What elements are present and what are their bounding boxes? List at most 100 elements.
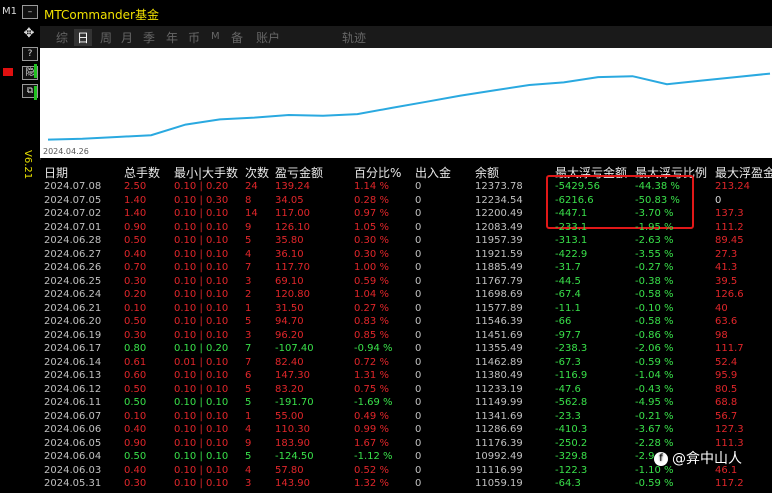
cell-total-lots: 0.40 (124, 464, 147, 476)
cell-total-lots: 0.90 (124, 437, 147, 449)
tab-backup[interactable]: 备 (231, 29, 243, 46)
table-body: 2024.07.08 2.50 0.10 | 0.20 24 139.24 1.14 % 0… (40, 175, 772, 493)
cell-max-floating-loss-pct: -4.95 % (635, 397, 674, 408)
table-row[interactable]: 2024.07.08 2.50 0.10 | 0.20 24 139.24 1.14 % 0… (40, 180, 772, 194)
table-row[interactable]: 2024.06.27 0.40 0.10 | 0.10 4 36.10 0.30 % 0 11… (40, 248, 772, 262)
table-row[interactable]: 2024.07.02 1.40 0.10 | 0.10 14 117.00 0.97 % 0… (40, 207, 772, 221)
table-row[interactable]: 2024.06.20 0.50 0.10 | 0.10 5 94.70 0.83 % 0 11… (40, 315, 772, 329)
cell-max-floating-profit: 98 (715, 329, 728, 341)
cell-profit-loss: 69.10 (275, 275, 304, 287)
stop-icon[interactable] (3, 68, 13, 76)
cell-max-floating-loss-pct: -50.83 % (635, 194, 680, 206)
cell-total-lots: 0.70 (124, 262, 147, 273)
header-max-floating-loss-pct: 最大浮亏比例 (635, 166, 708, 180)
table-row[interactable]: 2024.06.13 0.60 0.10 | 0.10 6 147.30 1.31 % 0 1… (40, 369, 772, 383)
table-row[interactable]: 2024.06.11 0.50 0.10 | 0.10 5 -191.70 -1.69 %… (40, 396, 772, 410)
table-row[interactable]: 2024.06.19 0.30 0.10 | 0.10 3 96.20 0.85 % 0 11… (40, 329, 772, 343)
cell-date: 2024.07.01 (44, 221, 102, 233)
cell-total-lots: 1.40 (124, 194, 147, 206)
cell-profit-loss: 143.90 (275, 478, 310, 489)
table-row[interactable]: 2024.06.24 0.20 0.10 | 0.10 2 120.80 1.04 % 0 1… (40, 288, 772, 302)
cell-total-lots: 0.30 (124, 329, 147, 341)
cell-max-floating-loss-pct: -3.70 % (635, 208, 674, 219)
cell-balance: 11355.49 (475, 343, 523, 354)
cell-balance: 11341.69 (475, 410, 523, 422)
tab-currency[interactable]: 币 (188, 29, 200, 46)
table-row[interactable]: 2024.06.12 0.50 0.10 | 0.10 5 83.20 0.75 % 0 11… (40, 383, 772, 397)
table-row[interactable]: 2024.06.06 0.40 0.10 | 0.10 4 110.30 0.99 % 0 1… (40, 423, 772, 437)
tab-yearly[interactable]: 年 (166, 29, 178, 46)
equity-chart: 2024.04.26 (40, 48, 772, 158)
cell-min-max-lots: 0.10 | 0.10 (174, 289, 229, 300)
table-row[interactable]: 2024.06.21 0.10 0.10 | 0.10 1 31.50 0.27 % 0 11… (40, 302, 772, 316)
cell-max-floating-profit: 56.7 (715, 410, 738, 422)
cell-percent: 0.49 % (354, 410, 389, 422)
table-row[interactable]: 2024.06.25 0.30 0.10 | 0.10 3 69.10 0.59 % 0 11… (40, 275, 772, 289)
table-row[interactable]: 2024.07.05 1.40 0.10 | 0.30 8 34.05 0.28 % 0 12… (40, 194, 772, 208)
table-row[interactable]: 2024.06.14 0.61 0.01 | 0.10 7 82.40 0.72 % 0 11… (40, 356, 772, 370)
cell-profit-loss: 34.05 (275, 194, 304, 206)
cell-max-floating-loss-pct: -2.63 % (635, 235, 674, 246)
cell-count: 4 (245, 424, 252, 435)
cell-total-lots: 0.80 (124, 343, 147, 354)
table-row[interactable]: 2024.06.26 0.70 0.10 | 0.10 7 117.70 1.00 % 0 1… (40, 261, 772, 275)
cell-count: 3 (245, 329, 252, 341)
cell-profit-loss: 57.80 (275, 464, 304, 476)
cell-max-floating-profit: 127.3 (715, 424, 744, 435)
cell-count: 9 (245, 437, 252, 449)
timeframe-label: M1 (2, 6, 17, 17)
cell-deposit-withdraw: 0 (415, 262, 422, 273)
cell-min-max-lots: 0.10 | 0.10 (174, 424, 229, 435)
cell-balance: 11885.49 (475, 262, 523, 273)
cell-deposit-withdraw: 0 (415, 343, 422, 354)
cell-count: 5 (245, 316, 252, 327)
cell-max-floating-loss: -238.3 (555, 343, 588, 354)
cell-percent: 0.72 % (354, 356, 389, 368)
cell-profit-loss: -124.50 (275, 451, 314, 462)
cell-deposit-withdraw: 0 (415, 302, 422, 314)
cell-total-lots: 0.50 (124, 451, 147, 462)
header-date: 日期 (44, 166, 69, 180)
table-row[interactable]: 2024.05.31 0.30 0.10 | 0.10 3 143.90 1.32 % 0 1… (40, 477, 772, 491)
cell-max-floating-profit: 111.2 (715, 221, 744, 233)
tab-m[interactable]: M (211, 31, 220, 42)
cell-max-floating-profit: 213.24 (715, 181, 750, 192)
tab-daily[interactable]: 日 (74, 29, 93, 46)
cell-deposit-withdraw: 0 (415, 329, 422, 341)
cell-deposit-withdraw: 0 (415, 397, 422, 408)
help-icon[interactable]: ? (22, 47, 38, 61)
tab-quarterly[interactable]: 季 (143, 29, 155, 46)
tab-monthly[interactable]: 月 (121, 29, 133, 46)
tab-account[interactable]: 账户 (256, 29, 280, 46)
table-row[interactable]: 2024.07.01 0.90 0.10 | 0.10 9 126.10 1.05 % 0 1… (40, 221, 772, 235)
cell-date: 2024.06.20 (44, 316, 102, 327)
table-row[interactable]: 2024.06.17 0.80 0.10 | 0.20 7 -107.40 -0.94 %… (40, 342, 772, 356)
cell-percent: 0.59 % (354, 275, 389, 287)
cell-deposit-withdraw: 0 (415, 424, 422, 435)
tab-weekly[interactable]: 周 (100, 29, 112, 46)
cell-max-floating-loss-pct: -0.58 % (635, 316, 674, 327)
cell-total-lots: 0.61 (124, 356, 147, 368)
cell-max-floating-loss-pct: -0.59 % (635, 356, 674, 368)
cell-max-floating-loss: -329.8 (555, 451, 588, 462)
cell-max-floating-loss-pct: -44.38 % (635, 181, 680, 192)
cell-percent: 0.97 % (354, 208, 389, 219)
tab-track[interactable]: 轨迹 (342, 29, 366, 46)
cell-percent: -1.12 % (354, 451, 393, 462)
cell-total-lots: 1.40 (124, 208, 147, 219)
cell-max-floating-loss-pct: -3.67 % (635, 424, 674, 435)
tab-summary[interactable]: 综 (56, 29, 68, 46)
cell-min-max-lots: 0.10 | 0.10 (174, 221, 229, 233)
move-icon[interactable]: ✥ (22, 27, 36, 40)
table-row[interactable]: 2024.06.07 0.10 0.10 | 0.10 1 55.00 0.49 % 0 11… (40, 410, 772, 424)
cell-max-floating-loss: -116.9 (555, 370, 588, 381)
cell-max-floating-loss: -5429.56 (555, 181, 600, 192)
cell-percent: 0.28 % (354, 194, 389, 206)
cell-total-lots: 0.90 (124, 221, 147, 233)
cell-max-floating-profit: 39.5 (715, 275, 738, 287)
minimize-icon[interactable]: – (22, 5, 38, 19)
table-row[interactable]: 2024.06.28 0.50 0.10 | 0.10 5 35.80 0.30 % 0 11… (40, 234, 772, 248)
cell-max-floating-loss: -447.1 (555, 208, 588, 219)
cell-date: 2024.06.24 (44, 289, 102, 300)
cell-balance: 11116.99 (475, 464, 523, 476)
